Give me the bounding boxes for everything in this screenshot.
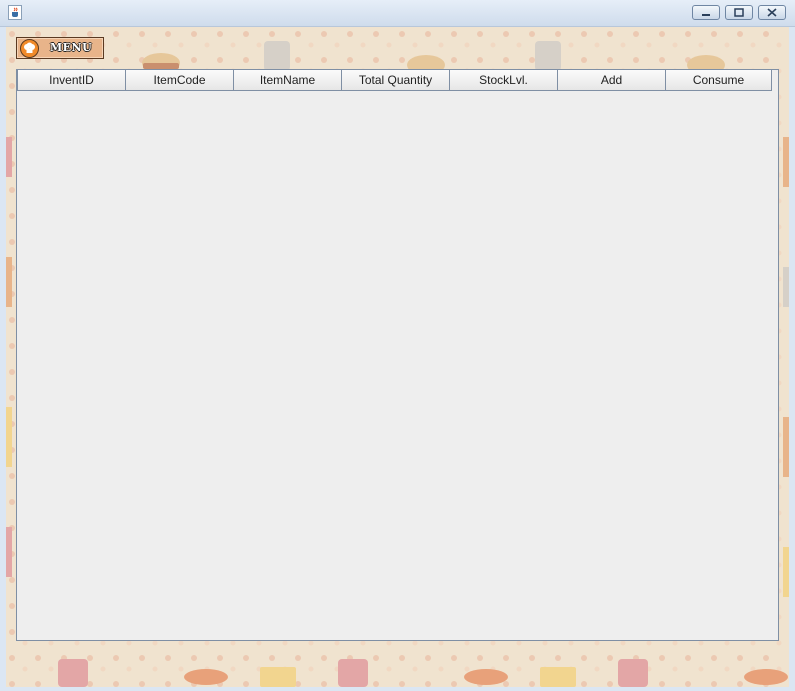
main-window: MENU InventID ItemCode ItemName Total Qu…: [6, 27, 789, 687]
maximize-icon: [734, 8, 744, 17]
close-button[interactable]: [758, 5, 786, 20]
java-cup-icon[interactable]: [8, 5, 22, 20]
menu-button[interactable]: MENU: [16, 37, 104, 59]
column-header-consume[interactable]: Consume: [665, 70, 772, 91]
minimize-button[interactable]: [692, 5, 720, 20]
maximize-button[interactable]: [725, 5, 753, 20]
column-header-itemname[interactable]: ItemName: [233, 70, 342, 91]
table-body[interactable]: [17, 91, 778, 640]
column-header-add[interactable]: Add: [557, 70, 666, 91]
title-bar: [0, 0, 795, 27]
inventory-table[interactable]: InventID ItemCode ItemName Total Quantit…: [16, 69, 779, 641]
table-header: InventID ItemCode ItemName Total Quantit…: [17, 70, 778, 91]
menu-button-label: MENU: [50, 41, 93, 54]
column-header-itemcode[interactable]: ItemCode: [125, 70, 234, 91]
chef-hat-icon: [20, 39, 39, 58]
minimize-icon: [702, 14, 710, 16]
column-header-stocklvl[interactable]: StockLvl.: [449, 70, 558, 91]
column-header-total-quantity[interactable]: Total Quantity: [341, 70, 450, 91]
column-header-inventid[interactable]: InventID: [17, 70, 126, 91]
close-icon: [767, 8, 777, 17]
